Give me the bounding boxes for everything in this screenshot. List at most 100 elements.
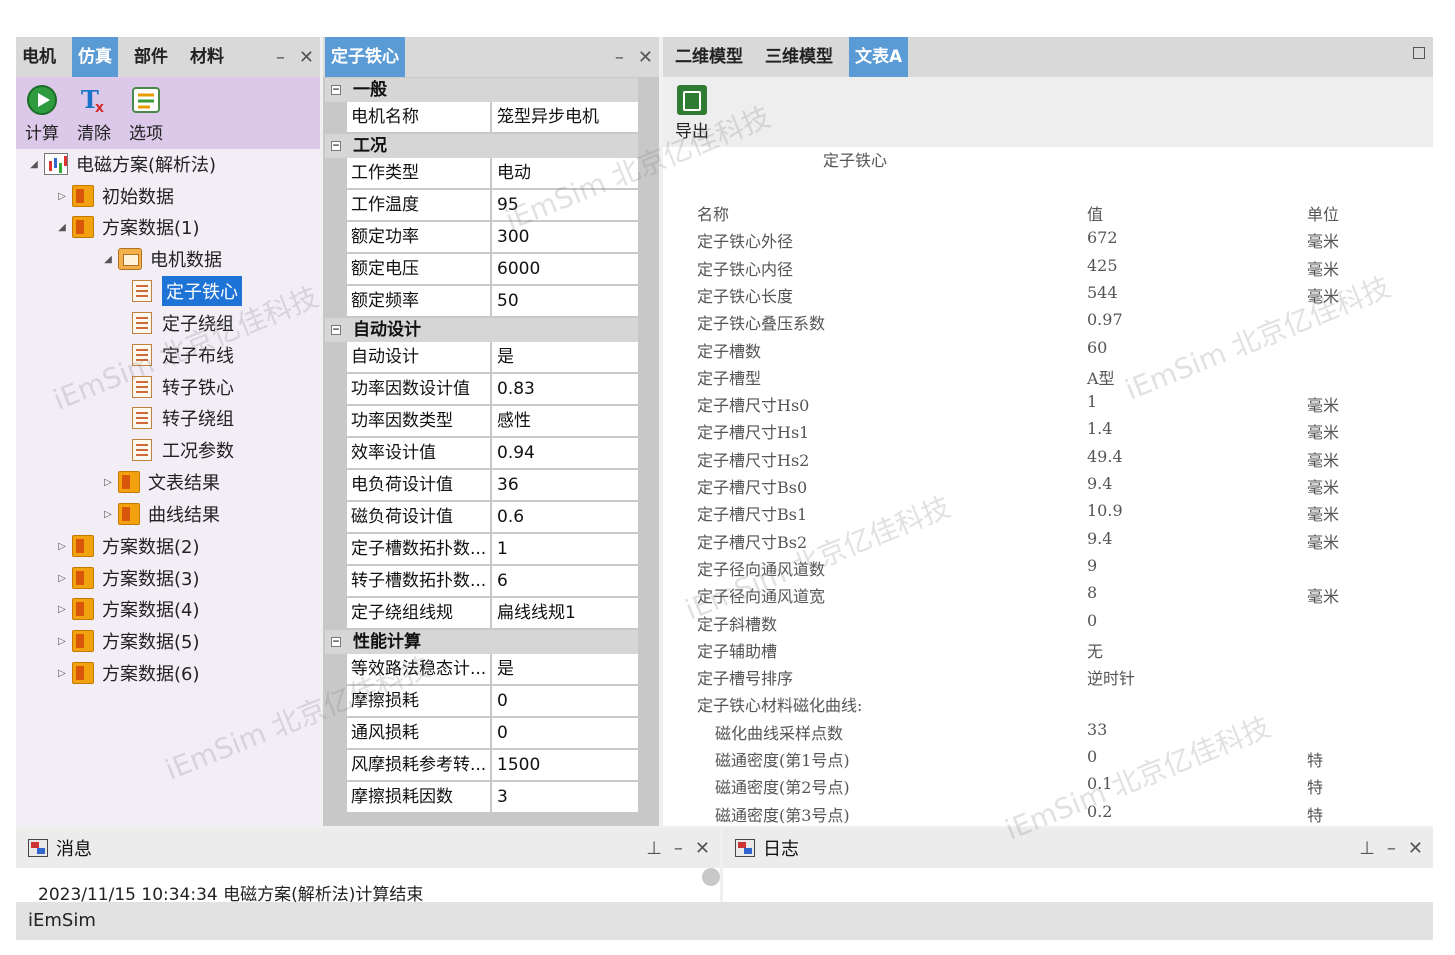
tree-node-scheme1[interactable]: ◢ 方案数据(1) [56, 212, 200, 242]
property-value[interactable]: 笼型异步电机 [492, 102, 638, 132]
expand-arrow-icon[interactable]: ▷ [56, 541, 68, 552]
property-row[interactable]: 额定电压 6000 [325, 254, 638, 286]
expand-arrow-icon[interactable]: ▷ [56, 573, 68, 584]
tree-node-text-result[interactable]: ▷ 文表结果 [102, 467, 220, 497]
minimize-icon[interactable]: – [276, 47, 285, 68]
close-icon[interactable]: ✕ [1408, 838, 1423, 859]
property-value[interactable]: 感性 [492, 406, 638, 436]
collapse-arrow-icon[interactable]: ◢ [28, 159, 40, 170]
property-row[interactable]: 功率因数类型 感性 [325, 406, 638, 438]
calculate-button[interactable]: 计算 [22, 83, 62, 144]
property-row[interactable]: 定子绕组线规 扁线线规1 [325, 598, 638, 630]
property-value[interactable]: 是 [492, 654, 638, 684]
property-row[interactable]: 效率设计值 0.94 [325, 438, 638, 470]
property-value[interactable]: 1 [492, 534, 638, 564]
property-value[interactable]: 3 [492, 782, 638, 812]
tree-node-stator-winding[interactable]: 定子绕组 [132, 308, 234, 338]
tree-node-root[interactable]: ◢ 电磁方案(解析法) [28, 149, 216, 179]
property-scrollbar[interactable] [641, 78, 659, 826]
property-value[interactable]: 扁线线规1 [492, 598, 638, 628]
property-value[interactable]: 是 [492, 342, 638, 372]
property-value[interactable]: 50 [492, 286, 638, 316]
tab-text-table-a[interactable]: 文表A [849, 37, 909, 77]
tab-2d-model[interactable]: 二维模型 [669, 37, 749, 77]
collapse-box-icon[interactable]: − [331, 637, 341, 647]
property-row[interactable]: 通风损耗 0 [325, 718, 638, 750]
property-row[interactable]: 等效路法稳态计... 是 [325, 654, 638, 686]
close-icon[interactable]: ✕ [638, 47, 653, 68]
property-row[interactable]: 风摩损耗参考转... 1500 [325, 750, 638, 782]
property-row[interactable]: 自动设计是 [325, 342, 638, 374]
property-value[interactable]: 电动 [492, 158, 638, 188]
close-icon[interactable]: ✕ [299, 47, 314, 68]
tree-node-scheme6[interactable]: ▷ 方案数据(6) [56, 658, 200, 688]
property-row[interactable]: 工作温度 95 [325, 190, 638, 222]
maximize-icon[interactable] [1413, 47, 1425, 59]
property-value[interactable]: 1500 [492, 750, 638, 780]
collapse-arrow-icon[interactable]: ◢ [56, 222, 68, 233]
tree-node-rotor-core[interactable]: 转子铁心 [132, 372, 234, 402]
property-row[interactable]: 工作类型 电动 [325, 158, 638, 190]
property-value[interactable]: 95 [492, 190, 638, 220]
property-value[interactable]: 0.6 [492, 502, 638, 532]
property-row[interactable]: 转子槽数拓扑数... 6 [325, 566, 638, 598]
property-row[interactable]: 磁负荷设计值 0.6 [325, 502, 638, 534]
property-value[interactable]: 0 [492, 686, 638, 716]
tree-node-scheme4[interactable]: ▷ 方案数据(4) [56, 594, 200, 624]
property-row[interactable]: 电机名称 笼型异步电机 [325, 102, 638, 134]
clear-button[interactable]: Tx 清除 [74, 83, 114, 144]
minimize-icon[interactable]: – [674, 838, 683, 859]
tree-node-motor-data[interactable]: ◢ 电机数据 [102, 244, 222, 274]
tree-node-rotor-winding[interactable]: 转子绕组 [132, 403, 234, 433]
property-value[interactable]: 0.83 [492, 374, 638, 404]
property-row[interactable]: 功率因数设计值 0.83 [325, 374, 638, 406]
category-performance[interactable]: − 性能计算 [325, 630, 638, 654]
property-row[interactable]: 摩擦损耗因数 3 [325, 782, 638, 814]
tab-materials[interactable]: 材料 [184, 37, 230, 77]
property-row[interactable]: 电负荷设计值 36 [325, 470, 638, 502]
property-value[interactable]: 300 [492, 222, 638, 252]
expand-arrow-icon[interactable]: ▷ [56, 191, 68, 202]
tab-motor[interactable]: 电机 [16, 37, 62, 77]
collapse-box-icon[interactable]: − [331, 141, 341, 151]
collapse-box-icon[interactable]: − [331, 85, 341, 95]
property-row[interactable]: 定子槽数拓扑数... 1 [325, 534, 638, 566]
tab-3d-model[interactable]: 三维模型 [759, 37, 839, 77]
tree-node-stator-core[interactable]: 定子铁心 [132, 276, 242, 306]
close-icon[interactable]: ✕ [695, 838, 710, 859]
tab-components[interactable]: 部件 [128, 37, 174, 77]
property-row[interactable]: 摩擦损耗 0 [325, 686, 638, 718]
tree-node-scheme5[interactable]: ▷ 方案数据(5) [56, 626, 200, 656]
minimize-icon[interactable]: – [615, 47, 624, 68]
tree-node-stator-wiring[interactable]: 定子布线 [132, 340, 234, 370]
category-conditions[interactable]: − 工况 [325, 134, 638, 158]
expand-arrow-icon[interactable]: ▷ [56, 668, 68, 679]
tree-node-scheme2[interactable]: ▷ 方案数据(2) [56, 531, 200, 561]
tree-node-scheme3[interactable]: ▷ 方案数据(3) [56, 563, 200, 593]
collapse-box-icon[interactable]: − [331, 325, 341, 335]
tab-simulation[interactable]: 仿真 [72, 37, 118, 77]
tree-node-curve-result[interactable]: ▷ 曲线结果 [102, 499, 220, 529]
tab-stator-core[interactable]: 定子铁心 [325, 37, 405, 77]
category-auto-design[interactable]: − 自动设计 [325, 318, 638, 342]
property-value[interactable]: 36 [492, 470, 638, 500]
options-button[interactable]: 选项 [126, 83, 166, 144]
property-row[interactable]: 额定频率 50 [325, 286, 638, 318]
expand-arrow-icon[interactable]: ▷ [56, 604, 68, 615]
collapse-arrow-icon[interactable]: ◢ [102, 254, 114, 265]
property-value[interactable]: 0.94 [492, 438, 638, 468]
expand-arrow-icon[interactable]: ▷ [102, 509, 114, 520]
property-value[interactable]: 6000 [492, 254, 638, 284]
pin-icon[interactable]: ⊥ [646, 838, 662, 859]
property-value[interactable]: 0 [492, 718, 638, 748]
pin-icon[interactable]: ⊥ [1359, 838, 1375, 859]
export-button[interactable]: 导出 [675, 85, 709, 142]
property-value[interactable]: 6 [492, 566, 638, 596]
tree-node-operating-params[interactable]: 工况参数 [132, 435, 234, 465]
expand-arrow-icon[interactable]: ▷ [102, 477, 114, 488]
expand-arrow-icon[interactable]: ▷ [56, 636, 68, 647]
category-general[interactable]: − 一般 [325, 78, 638, 102]
scroll-thumb[interactable] [702, 868, 720, 886]
tree-node-init[interactable]: ▷ 初始数据 [56, 181, 174, 211]
minimize-icon[interactable]: – [1387, 838, 1396, 859]
